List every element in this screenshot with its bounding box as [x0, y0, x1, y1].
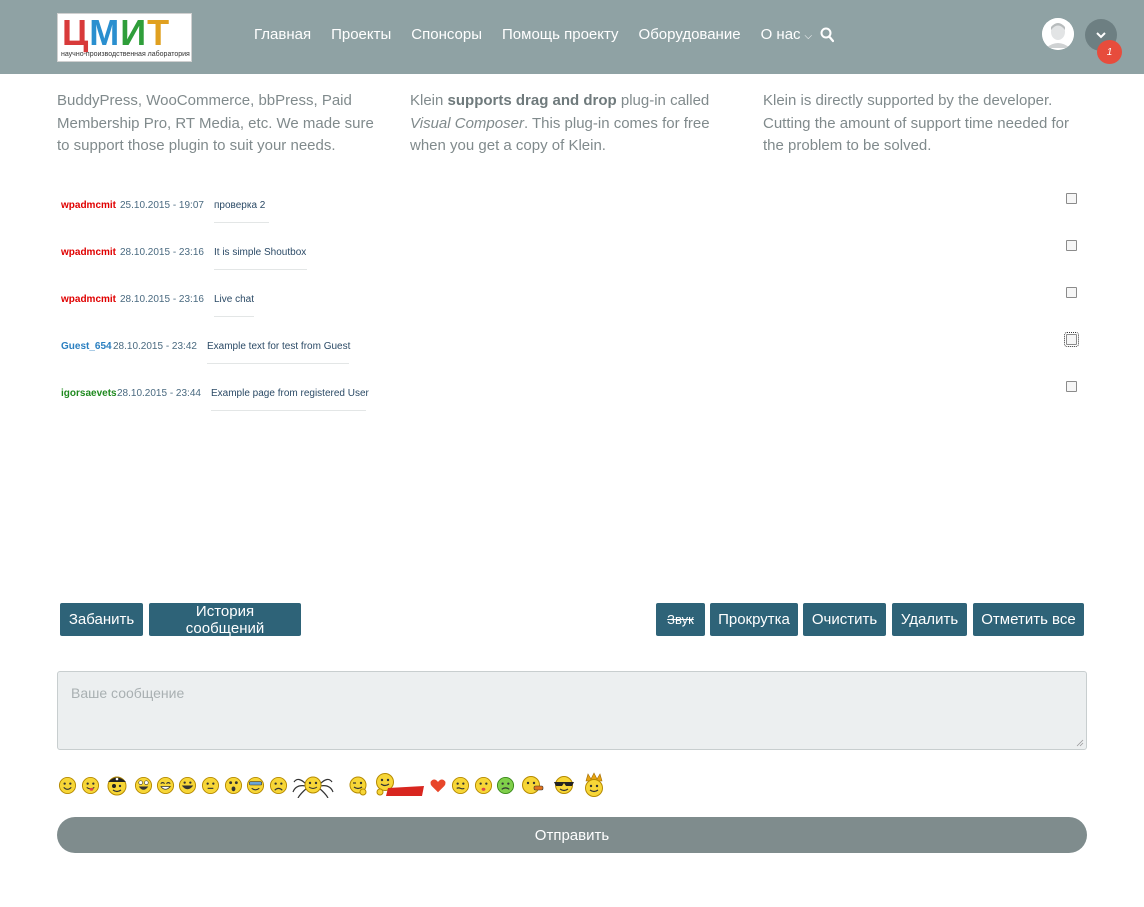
chat-divider	[214, 316, 254, 317]
message-checkbox[interactable]	[1066, 240, 1077, 251]
sound-toggle-button[interactable]: Звук	[656, 603, 705, 636]
message-history-button[interactable]: История сообщений	[149, 603, 301, 637]
chat-timestamp: 25.10.2015 - 19:07	[120, 200, 204, 211]
wink-icon[interactable]	[347, 775, 369, 797]
chat-text: Example page from registered User	[211, 388, 369, 399]
nav-item-equipment[interactable]: Оборудование	[639, 24, 741, 48]
logo-letter: Т	[147, 12, 171, 53]
chat-username[interactable]: wpadmcmit	[61, 247, 116, 258]
nav-item-about-label: О нас	[760, 26, 801, 43]
notification-badge[interactable]: 1	[1097, 40, 1122, 64]
chat-text: It is simple Shoutbox	[214, 247, 307, 258]
nav-item-home[interactable]: Главная	[254, 24, 311, 48]
logo-letter: Ц	[62, 12, 90, 53]
message-checkbox[interactable]	[1066, 381, 1077, 392]
spider-icon[interactable]	[292, 772, 334, 798]
logo-mark: ЦМИТ	[62, 14, 170, 52]
message-checkbox[interactable]	[1064, 332, 1079, 347]
king-icon[interactable]	[582, 772, 606, 798]
chat-divider	[207, 363, 349, 364]
feature-text: plug-in called	[616, 92, 710, 109]
pirate-icon[interactable]	[105, 773, 129, 797]
chat-divider	[211, 410, 366, 411]
message-checkbox[interactable]	[1066, 193, 1077, 204]
chat-text: Live chat	[214, 294, 255, 305]
nav-item-sponsors[interactable]: Спонсоры	[411, 24, 482, 48]
smile-icon[interactable]	[58, 776, 77, 795]
chat-username[interactable]: Guest_654	[61, 341, 112, 352]
search-icon[interactable]	[820, 27, 834, 43]
cool-icon[interactable]	[246, 776, 265, 795]
select-all-button[interactable]: Отметить все	[973, 603, 1084, 636]
neutral-icon[interactable]	[451, 776, 470, 795]
laugh-icon[interactable]	[134, 776, 153, 795]
kiss-icon[interactable]	[474, 776, 493, 795]
whistle-icon[interactable]	[520, 773, 544, 797]
delete-button[interactable]: Удалить	[892, 603, 967, 636]
chat-text: Example text for test from Guest	[207, 341, 351, 352]
feature-text-dragdrop: Klein supports drag and drop plug-in cal…	[410, 90, 730, 158]
grin-icon[interactable]	[156, 776, 175, 795]
sad-icon[interactable]	[269, 776, 288, 795]
sick-icon[interactable]	[496, 776, 515, 795]
chevron-down-icon: ⌵	[804, 31, 813, 42]
ban-button[interactable]: Забанить	[60, 603, 143, 636]
big-grin-icon[interactable]	[178, 776, 197, 795]
chat-timestamp: 28.10.2015 - 23:16	[120, 294, 204, 305]
main-nav: Главная Проекты Спонсоры Помощь проекту …	[254, 24, 832, 48]
chat-timestamp: 28.10.2015 - 23:42	[113, 341, 197, 352]
site-logo[interactable]: ЦМИТ научно-производственная лаборатория	[57, 13, 192, 62]
nav-item-about[interactable]: О нас ⌵	[761, 24, 813, 48]
message-input-placeholder: Ваше сообщение	[71, 685, 185, 701]
feature-text-support: Klein is directly supported by the devel…	[763, 92, 1070, 154]
chat-divider	[214, 269, 307, 270]
feature-text-plugins: BuddyPress, WooCommerce, bbPress, Paid M…	[57, 92, 374, 154]
send-button[interactable]: Отправить	[57, 817, 1087, 853]
logo-letter: М	[89, 12, 121, 53]
resize-grip-icon[interactable]	[1076, 739, 1084, 747]
tongue-icon[interactable]	[81, 776, 100, 795]
chat-timestamp: 28.10.2015 - 23:16	[120, 247, 204, 258]
chat-username[interactable]: wpadmcmit	[61, 294, 116, 305]
chat-timestamp: 28.10.2015 - 23:44	[117, 388, 201, 399]
user-avatar-icon	[1042, 18, 1074, 50]
message-checkbox[interactable]	[1066, 287, 1077, 298]
top-navbar: ЦМИТ научно-производственная лаборатория…	[0, 0, 1144, 74]
shocked-icon[interactable]	[224, 776, 243, 795]
logo-subtitle: научно-производственная лаборатория	[61, 51, 190, 58]
clear-button[interactable]: Очистить	[803, 603, 886, 636]
logo-letter: И	[120, 12, 148, 53]
surprised-icon[interactable]	[201, 776, 220, 795]
feature-text: Klein	[410, 92, 448, 109]
nav-item-projects[interactable]: Проекты	[331, 24, 391, 48]
sunglasses-icon[interactable]	[552, 774, 576, 796]
scroll-toggle-button[interactable]: Прокрутка	[710, 603, 798, 636]
feature-text-bold: supports drag and drop	[447, 92, 617, 109]
hug-icon[interactable]	[374, 772, 426, 798]
chevron-down-icon	[1096, 32, 1106, 39]
chat-divider	[214, 222, 269, 223]
message-input[interactable]: Ваше сообщение	[57, 671, 1087, 750]
heart-icon[interactable]	[429, 777, 447, 795]
chat-username[interactable]: wpadmcmit	[61, 200, 116, 211]
avatar[interactable]	[1042, 18, 1074, 50]
chat-text: проверка 2	[214, 200, 266, 211]
nav-item-help[interactable]: Помощь проекту	[502, 24, 619, 48]
chat-username[interactable]: igorsaevets	[61, 388, 117, 399]
feature-text-italic: Visual Composer	[410, 114, 524, 132]
